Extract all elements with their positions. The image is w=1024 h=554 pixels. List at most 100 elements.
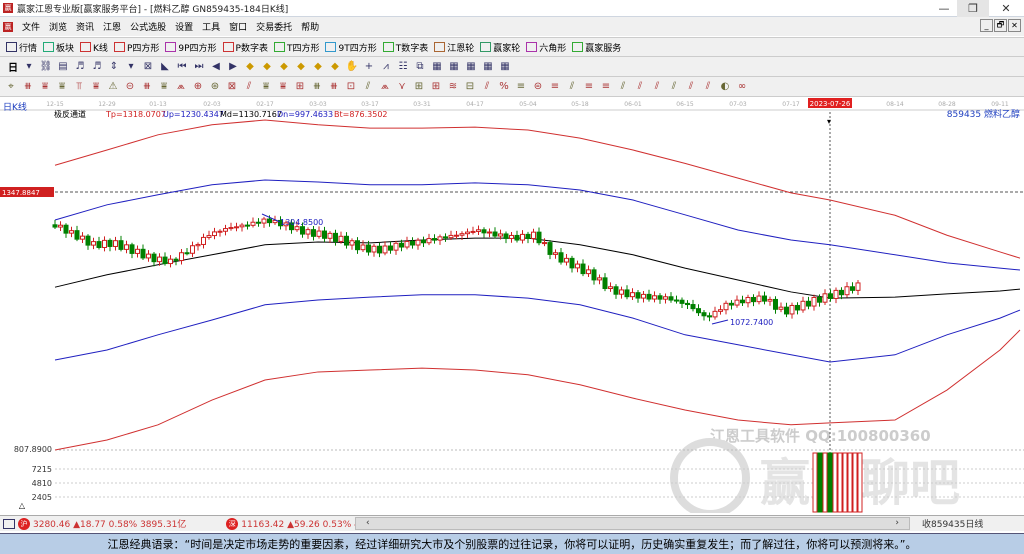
drawing-tool-icon[interactable]: ⩸ <box>39 81 51 93</box>
drawing-tool-icon[interactable]: ⫽ <box>617 81 629 93</box>
chart-tool-icon[interactable]: ◀ <box>210 61 222 73</box>
kline-chart[interactable]: 12-15 12-29 01-13 02-03 02-17 03-03 03-17 03-31… <box>0 97 1024 513</box>
drawing-tool-icon[interactable]: ⊛ <box>209 81 221 93</box>
horizontal-scrollbar[interactable]: ‹ › <box>355 517 910 530</box>
drawing-tool-icon[interactable]: ⫽ <box>566 81 578 93</box>
toolbar-button[interactable]: K线 <box>80 41 108 54</box>
drawing-tool-icon[interactable]: ⧻ <box>328 81 340 93</box>
chart-tool-icon[interactable]: ⧉ <box>414 61 426 73</box>
drawing-tool-icon[interactable]: ⩕ <box>379 81 391 93</box>
drawing-tool-icon[interactable]: ⩸ <box>90 81 102 93</box>
drawing-tool-icon[interactable]: ⫽ <box>362 81 374 93</box>
toolbar-button[interactable]: 行情 <box>6 41 37 54</box>
mdi-restore-button[interactable]: 🗗 <box>994 19 1007 32</box>
menu-item[interactable]: 交易委托 <box>256 20 292 33</box>
menu-item[interactable]: 江恩 <box>103 20 121 33</box>
drawing-tool-icon[interactable]: ⫽ <box>702 81 714 93</box>
drawing-tool-icon[interactable]: ⩸ <box>56 81 68 93</box>
toolbar-button[interactable]: 赢家服务 <box>572 41 621 54</box>
menu-item[interactable]: 设置 <box>175 20 193 33</box>
drawing-tool-icon[interactable]: ⊞ <box>294 81 306 93</box>
drawing-tool-icon[interactable]: ⊜ <box>532 81 544 93</box>
chart-tool-icon[interactable]: ☷ <box>397 61 409 73</box>
drawing-tool-icon[interactable]: ⊝ <box>124 81 136 93</box>
drawing-tool-icon[interactable]: ≡ <box>600 81 612 93</box>
drawing-tool-icon[interactable]: ≡ <box>549 81 561 93</box>
chart-tool-icon[interactable]: ⏭ <box>193 61 205 73</box>
drawing-tool-icon[interactable]: ≡ <box>515 81 527 93</box>
toolbar-button[interactable]: P数字表 <box>222 41 268 54</box>
toolbar-button[interactable]: P四方形 <box>113 41 159 54</box>
chart-tool-icon[interactable]: ▦ <box>465 61 477 73</box>
drawing-tool-icon[interactable]: ⩸ <box>158 81 170 93</box>
toolbar-button[interactable]: T数字表 <box>382 41 428 54</box>
drawing-tool-icon[interactable]: ⌖ <box>5 81 17 93</box>
menu-item[interactable]: 工具 <box>202 20 220 33</box>
close-button[interactable]: ✕ <box>990 0 1022 17</box>
chart-tool-icon[interactable]: ▤ <box>57 61 69 73</box>
chart-tool-icon[interactable]: ♬ <box>91 61 103 73</box>
chart-tool-icon[interactable]: ▾ <box>125 61 137 73</box>
menu-item[interactable]: 浏览 <box>49 20 67 33</box>
drawing-tool-icon[interactable]: ⫽ <box>685 81 697 93</box>
chart-tool-icon[interactable]: ✋ <box>346 61 358 73</box>
chart-tool-icon[interactable]: ▶ <box>227 61 239 73</box>
drawing-tool-icon[interactable]: ≋ <box>447 81 459 93</box>
chart-tool-icon[interactable]: ◆ <box>295 61 307 73</box>
chart-tool-icon[interactable]: ♬ <box>74 61 86 73</box>
drawing-tool-icon[interactable]: ⊠ <box>226 81 238 93</box>
drawing-tool-icon[interactable]: ⩸ <box>277 81 289 93</box>
chart-tool-icon[interactable]: ◆ <box>261 61 273 73</box>
drawing-tool-icon[interactable]: ◐ <box>719 81 731 93</box>
drawing-tool-icon[interactable]: ⩸ <box>260 81 272 93</box>
chart-tool-icon[interactable]: ⩘ <box>380 61 392 73</box>
toolbar-button[interactable]: 板块 <box>43 41 74 54</box>
toolbar-button[interactable]: 六角形 <box>526 41 566 54</box>
chart-tool-icon[interactable]: ⛓ <box>40 61 53 73</box>
menu-item[interactable]: 资讯 <box>76 20 94 33</box>
drawing-tool-icon[interactable]: ⫽ <box>481 81 493 93</box>
drawing-tool-icon[interactable]: ⊟ <box>464 81 476 93</box>
toolbar-button[interactable]: 江恩轮 <box>434 41 474 54</box>
drawing-tool-icon[interactable]: % <box>498 81 510 93</box>
menu-item[interactable]: 文件 <box>22 20 40 33</box>
drawing-tool-icon[interactable]: ⊞ <box>413 81 425 93</box>
drawing-tool-icon[interactable]: ⫽ <box>243 81 255 93</box>
menu-item[interactable]: 帮助 <box>301 20 319 33</box>
mdi-minimize-button[interactable]: _ <box>980 19 993 32</box>
chart-tool-icon[interactable]: ⊠ <box>142 61 154 73</box>
menu-item[interactable]: 公式选股 <box>130 20 166 33</box>
drawing-tool-icon[interactable]: ⫽ <box>668 81 680 93</box>
drawing-tool-icon[interactable]: ⚠ <box>107 81 119 93</box>
chart-tool-icon[interactable]: ◆ <box>278 61 290 73</box>
mdi-close-button[interactable]: ✕ <box>1008 19 1021 32</box>
toolbar-button[interactable]: 9P四方形 <box>165 41 217 54</box>
toolbar-button[interactable]: 赢家轮 <box>480 41 520 54</box>
chart-tool-icon[interactable]: ◆ <box>312 61 324 73</box>
drawing-tool-icon[interactable]: ⧻ <box>22 81 34 93</box>
drawing-tool-icon[interactable]: ⊡ <box>345 81 357 93</box>
drawing-tool-icon[interactable]: ⫽ <box>651 81 663 93</box>
chart-tool-icon[interactable]: ◆ <box>329 61 341 73</box>
drawing-tool-icon[interactable]: ∞ <box>736 81 748 93</box>
drawing-tool-icon[interactable]: ⧻ <box>141 81 153 93</box>
toolbar-button[interactable]: 9T四方形 <box>325 41 377 54</box>
chart-tool-icon[interactable]: ▾ <box>23 61 35 73</box>
chart-tool-icon[interactable]: ◣ <box>159 61 171 73</box>
panel-toggle-button[interactable]: △ <box>19 501 26 510</box>
chart-tool-icon[interactable]: ▦ <box>448 61 460 73</box>
drawing-tool-icon[interactable]: ⋎ <box>396 81 408 93</box>
maximize-button[interactable]: ❐ <box>957 0 989 17</box>
chart-tool-icon[interactable]: ◆ <box>244 61 256 73</box>
chart-tool-icon[interactable]: ⏮ <box>176 61 188 73</box>
chart-tool-icon[interactable]: ⇕ <box>108 61 120 73</box>
drawing-tool-icon[interactable]: ≡ <box>583 81 595 93</box>
chart-tool-icon[interactable]: ▦ <box>482 61 494 73</box>
drawing-tool-icon[interactable]: ⊞ <box>430 81 442 93</box>
minimize-button[interactable]: — <box>928 0 960 17</box>
menu-item[interactable]: 窗口 <box>229 20 247 33</box>
drawing-tool-icon[interactable]: ⩕ <box>175 81 187 93</box>
chart-tool-icon[interactable]: ▦ <box>499 61 511 73</box>
toolbar-button[interactable]: T四方形 <box>273 41 319 54</box>
chart-tool-icon[interactable]: ▦ <box>431 61 443 73</box>
